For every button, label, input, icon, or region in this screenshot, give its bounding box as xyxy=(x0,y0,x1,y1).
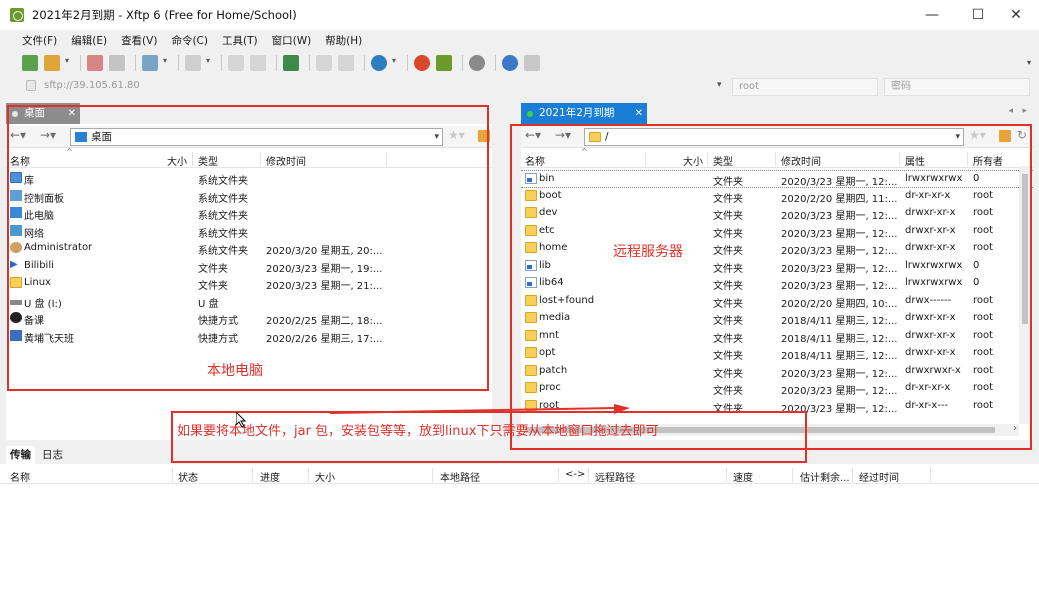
col-speed[interactable]: 速度 xyxy=(733,469,753,484)
title-bar: 2021年2月到期 - Xftp 6 (Free for Home/School… xyxy=(0,0,1039,30)
gear-icon[interactable] xyxy=(469,55,485,71)
col-name[interactable]: 名称 xyxy=(10,469,30,484)
new-session-icon[interactable] xyxy=(22,55,38,71)
password-input[interactable]: 密码 xyxy=(884,78,1030,96)
col-remote-path[interactable]: 远程路径 xyxy=(595,469,635,484)
transfer-pane: 名称 状态 进度 大小 本地路径 <-> 远程路径 速度 估计剩余... 经过时… xyxy=(0,464,1039,600)
open-folder-icon[interactable] xyxy=(44,55,69,71)
window-title: 2021年2月到期 - Xftp 6 (Free for Home/School… xyxy=(32,8,297,22)
menu-command[interactable]: 命令(C) xyxy=(171,33,208,48)
globe-icon[interactable] xyxy=(371,55,396,71)
remote-highlight-box xyxy=(510,124,1032,450)
tab-scroll-right-icon[interactable]: ▸ xyxy=(1022,106,1027,116)
transfer-column-header: 名称 状态 进度 大小 本地路径 <-> 远程路径 速度 估计剩余... 经过时… xyxy=(0,466,1039,484)
menu-window[interactable]: 窗口(W) xyxy=(272,33,312,48)
close-button[interactable]: ✕ xyxy=(993,0,1039,30)
col-progress[interactable]: 进度 xyxy=(260,469,280,484)
connected-status-dot xyxy=(527,111,533,117)
local-computer-annotation: 本地电脑 xyxy=(207,363,263,379)
xftp-app-icon xyxy=(10,8,24,22)
menu-edit[interactable]: 编辑(E) xyxy=(71,33,107,48)
xshell-icon[interactable] xyxy=(414,55,430,71)
chat-icon[interactable] xyxy=(524,55,540,71)
host-dropdown-icon[interactable]: ▾ xyxy=(717,80,722,90)
address-bar: sftp://39.105.61.80 ▾ root 密码 xyxy=(0,76,1039,98)
col-eta[interactable]: 估计剩余... xyxy=(800,469,850,484)
properties-icon[interactable] xyxy=(316,55,332,71)
reconnect-icon[interactable] xyxy=(109,55,125,71)
local-highlight-box xyxy=(7,105,489,391)
mouse-cursor-icon xyxy=(236,412,246,428)
col-status[interactable]: 状态 xyxy=(178,469,198,484)
help-icon[interactable] xyxy=(502,55,518,71)
disconnect-icon[interactable] xyxy=(87,55,103,71)
username-input[interactable]: root xyxy=(732,78,878,96)
drag-arrow-icon xyxy=(330,404,630,414)
col-direction[interactable]: <-> xyxy=(565,469,585,480)
menu-help[interactable]: 帮助(H) xyxy=(325,33,362,48)
toolbar-overflow-icon[interactable]: ▾ xyxy=(1027,58,1031,67)
paste-icon[interactable] xyxy=(250,55,266,71)
sync-transfer-icon[interactable] xyxy=(283,55,299,71)
xftp-window: 2021年2月到期 - Xftp 6 (Free for Home/School… xyxy=(0,0,1039,600)
tab-label: 2021年2月到期 xyxy=(539,107,615,119)
delete-icon[interactable] xyxy=(338,55,354,71)
tab-transfer[interactable]: 传输 xyxy=(6,446,35,464)
view-mode-icon[interactable] xyxy=(185,55,210,71)
menu-view[interactable]: 查看(V) xyxy=(121,33,157,48)
remote-server-annotation: 远程服务器 xyxy=(613,244,683,260)
drag-hint-annotation: 如果要将本地文件，jar 包，安装包等等，放到linux下只需要从本地窗口拖过去… xyxy=(177,424,659,439)
close-tab-icon[interactable]: ✕ xyxy=(635,103,643,124)
tab-remote-session[interactable]: 2021年2月到期 ✕ xyxy=(521,103,647,124)
tab-log[interactable]: 日志 xyxy=(38,446,67,464)
menu-file[interactable]: 文件(F) xyxy=(22,33,57,48)
xftp-icon[interactable] xyxy=(436,55,452,71)
host-address-input[interactable]: sftp://39.105.61.80 xyxy=(38,78,728,96)
col-local-path[interactable]: 本地路径 xyxy=(440,469,480,484)
lock-icon xyxy=(26,80,36,91)
col-size[interactable]: 大小 xyxy=(315,469,335,484)
menu-bar: 文件(F) 编辑(E) 查看(V) 命令(C) 工具(T) 窗口(W) 帮助(H… xyxy=(0,30,1039,50)
new-file-icon[interactable] xyxy=(142,55,167,71)
tab-scroll-left-icon[interactable]: ◂ xyxy=(1008,106,1013,116)
toolbar: ▾ xyxy=(0,50,1039,76)
minimize-button[interactable]: — xyxy=(909,0,955,30)
copy-icon[interactable] xyxy=(228,55,244,71)
menu-tools[interactable]: 工具(T) xyxy=(222,33,258,48)
col-elapsed[interactable]: 经过时间 xyxy=(859,469,899,484)
